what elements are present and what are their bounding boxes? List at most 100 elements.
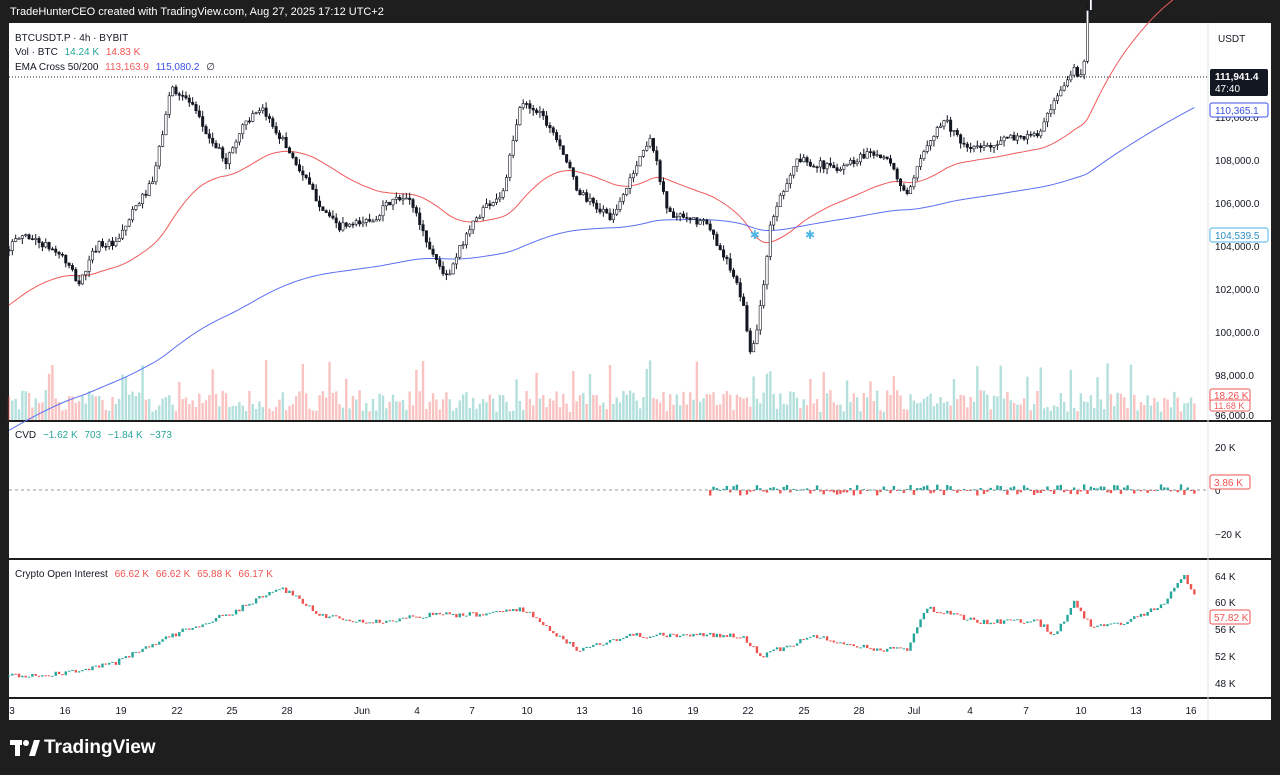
volume-bar [248, 390, 251, 420]
oi-candle [999, 619, 1002, 624]
legend-vol-val1: 14.24 K [65, 47, 100, 58]
oi-candle [111, 661, 114, 663]
ema-fast-label[interactable]: 110,365.1 [1209, 102, 1269, 118]
oi-candle [662, 632, 665, 636]
price-candle-body [1002, 136, 1006, 142]
oi-candle [725, 635, 729, 637]
price-candle-body [1015, 135, 1019, 141]
price-candle-body [398, 196, 402, 201]
date-tick: 19 [687, 706, 699, 717]
price-tick: 96,000.0 [1215, 411, 1254, 422]
volume-bar [144, 399, 148, 420]
price-candle-body [77, 280, 81, 285]
oi-candle [501, 611, 505, 613]
price-candle-body [1042, 121, 1046, 132]
oi-candle [77, 671, 81, 673]
cvd-candle [1193, 490, 1196, 494]
volume-bar [178, 381, 181, 420]
cvd-value-label[interactable]: 3.86 K [1209, 474, 1251, 490]
volume-bar [455, 407, 458, 420]
oi-candle [795, 643, 799, 646]
oi-candle [174, 633, 178, 637]
volume-ma-label[interactable]: 11.68 K [1209, 399, 1251, 412]
oi-candle [214, 618, 218, 622]
oi-candle [101, 663, 104, 668]
price-panel[interactable] [9, 23, 1271, 420]
volume-bar [365, 403, 368, 420]
chart-canvas[interactable]: ✱ ✱ BTCUSDT.P · 4h · BYBIT Vol · BTC 14.2… [0, 0, 1280, 775]
volume-bar [97, 396, 101, 420]
tradingview-logo-icon [10, 740, 40, 756]
volume-bar [592, 395, 595, 420]
oi-candle [348, 619, 351, 622]
price-candle-body [411, 199, 415, 208]
price-candle-body [448, 273, 452, 276]
cvd-candle [1159, 484, 1163, 490]
volume-bar [291, 404, 295, 420]
volume-bar [1012, 402, 1016, 420]
price-candle-body [294, 157, 298, 166]
volume-bar [1032, 403, 1036, 420]
oi-candle [194, 626, 198, 628]
volume-bar [558, 407, 562, 420]
volume-bar [1193, 403, 1196, 420]
volume-bar [739, 397, 742, 420]
price-candle-body [785, 183, 789, 192]
oi-candle [401, 617, 405, 619]
volume-bar [799, 407, 802, 420]
price-candle-body [855, 161, 859, 164]
volume-bar [391, 394, 395, 420]
volume-bar [311, 410, 315, 420]
cvd-candle [909, 485, 912, 490]
price-candle-body [401, 198, 405, 201]
oi-candle [131, 652, 134, 658]
oi-candle [1113, 622, 1116, 624]
oi-candle [378, 619, 381, 623]
oi-panel[interactable] [9, 560, 1271, 697]
oi-candle [992, 622, 996, 624]
oi-candle [732, 633, 735, 638]
volume-bar [632, 392, 635, 420]
oi-candle [682, 634, 685, 636]
svg-text:57.82 K: 57.82 K [1214, 613, 1249, 624]
oi-candle [1136, 616, 1139, 618]
price-candle-body [792, 166, 796, 176]
price-candle-body [628, 177, 632, 189]
brand[interactable]: TradingView [10, 737, 156, 759]
price-candle-body [451, 263, 455, 275]
oi-candle [87, 668, 91, 671]
oi-candle [575, 646, 578, 651]
price-candle-body [147, 183, 151, 196]
oi-candle [471, 612, 475, 614]
price-candle-body [932, 136, 936, 142]
ema-slow-label[interactable]: 104,539.5 [1209, 227, 1269, 243]
volume-bar [134, 396, 138, 420]
price-candle-body [181, 95, 185, 97]
cvd-candle [1176, 490, 1179, 493]
oi-candle [916, 627, 919, 634]
volume-bar [709, 394, 712, 420]
price-candle-body [795, 158, 799, 167]
price-candle-body [805, 157, 809, 163]
legend-vol-val2: 14.83 K [106, 47, 141, 58]
price-candle-body [444, 273, 448, 276]
oi-candle [405, 617, 408, 619]
currency-label[interactable]: USDT [1218, 34, 1245, 45]
oi-candle [7, 675, 11, 677]
volume-bar [952, 379, 956, 420]
last-price-label[interactable]: 111,941.4 47:40 [1210, 69, 1268, 96]
oi-candle [335, 615, 338, 617]
volume-bar [1159, 411, 1163, 420]
price-candle-body [364, 219, 368, 223]
oi-candle [288, 590, 291, 593]
volume-bar [575, 401, 578, 420]
ema-cross-marker: ✱ [750, 228, 760, 242]
cvd-candle [755, 485, 759, 490]
oi-candle [491, 611, 495, 613]
volume-bar [378, 393, 381, 420]
price-candle-body [939, 125, 943, 128]
oi-value-label[interactable]: 57.82 K [1209, 609, 1251, 625]
volume-bar [395, 401, 398, 420]
volume-bar [685, 404, 689, 420]
price-candle-body [354, 220, 358, 225]
